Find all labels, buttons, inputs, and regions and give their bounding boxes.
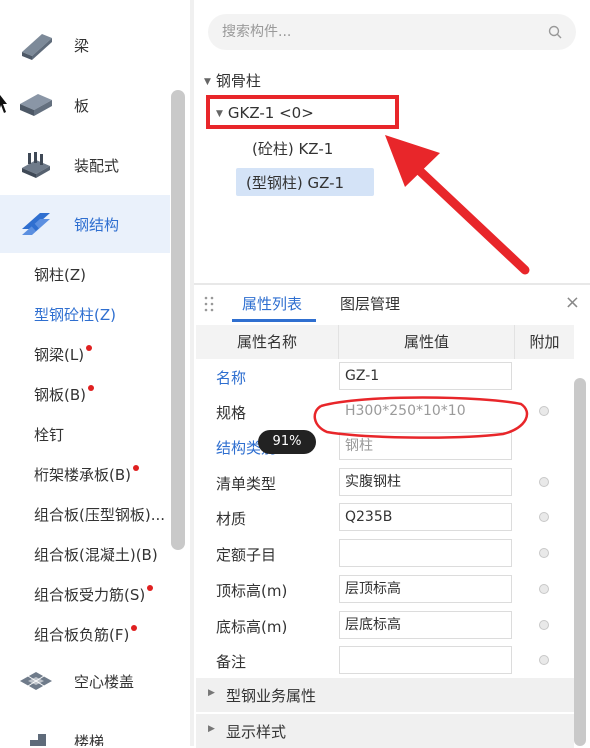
- nav-category-label: 楼梯: [74, 732, 105, 747]
- nav-category-slab[interactable]: 板: [0, 76, 170, 134]
- tab-properties[interactable]: 属性列表: [242, 293, 302, 314]
- nav-category-label: 装配式: [74, 156, 120, 175]
- property-value-field[interactable]: Q235B: [339, 503, 512, 531]
- property-name: 备注: [216, 653, 247, 671]
- property-name: 清单类型: [216, 475, 277, 493]
- property-row: 底标高(m) 层底标高: [196, 608, 574, 644]
- header-property-value: 属性值: [339, 325, 515, 359]
- tab-layer-management[interactable]: 图层管理: [340, 293, 400, 314]
- search-input[interactable]: [222, 14, 522, 50]
- expand-triangle-icon[interactable]: ▶: [208, 688, 215, 698]
- extra-radio[interactable]: [539, 584, 549, 594]
- nav-category-prefab[interactable]: 装配式: [0, 136, 170, 194]
- close-icon[interactable]: ×: [565, 292, 580, 313]
- zoom-level-badge: 91%: [258, 430, 316, 454]
- property-row: 清单类型 实腹钢柱: [196, 465, 574, 501]
- nav-category-label: 空心楼盖: [74, 672, 135, 691]
- nav-subitem-composite-rebar[interactable]: 组合板受力筋(S): [34, 584, 154, 605]
- section-display-style[interactable]: ▶ 显示样式: [196, 714, 574, 748]
- property-name: 底标高(m): [216, 618, 288, 636]
- annotation-highlight-box: [206, 95, 399, 129]
- nav-subitem-truss-deck[interactable]: 桁架楼承板(B): [34, 464, 139, 485]
- nav-subitem-stud[interactable]: 栓钉: [34, 424, 64, 445]
- nav-subitem-composite-concrete[interactable]: 组合板(混凝土)(B): [34, 544, 158, 565]
- nav-category-beam[interactable]: 梁: [0, 16, 170, 74]
- property-name: 顶标高(m): [216, 582, 288, 600]
- header-property-name: 属性名称: [196, 325, 339, 359]
- new-badge-dot: [133, 465, 139, 471]
- expand-triangle-icon[interactable]: ▶: [208, 724, 215, 734]
- beam-icon: [22, 34, 52, 60]
- nav-category-hollow-floor[interactable]: 空心楼盖: [0, 652, 170, 710]
- stairs-icon: [22, 734, 46, 746]
- new-badge-dot: [131, 625, 138, 631]
- property-value-field[interactable]: 层底标高: [339, 611, 512, 639]
- properties-scrollbar[interactable]: [574, 378, 586, 746]
- property-value-field[interactable]: [339, 646, 512, 674]
- nav-subitem-composite-deck[interactable]: 组合板(压型钢板)...: [34, 504, 165, 525]
- extra-radio[interactable]: [539, 548, 549, 558]
- nav-category-stairs[interactable]: 楼梯: [0, 712, 170, 746]
- property-value-field[interactable]: [339, 539, 512, 567]
- tree-leaf-kz[interactable]: (砼柱) KZ-1: [252, 138, 333, 159]
- steel-structure-icon: [22, 213, 50, 235]
- nav-category-label: 梁: [74, 36, 90, 55]
- slab-icon: [20, 94, 52, 116]
- property-row: 定额子目: [196, 536, 574, 572]
- prefab-icon: [22, 152, 50, 178]
- section-src-business-properties[interactable]: ▶ 型钢业务属性: [196, 678, 574, 712]
- extra-radio[interactable]: [539, 477, 549, 487]
- new-badge-dot: [86, 345, 93, 351]
- tree-node-root[interactable]: ▼ 钢骨柱: [204, 70, 261, 91]
- property-row: 顶标高(m) 层顶标高: [196, 572, 574, 608]
- drag-grip-icon[interactable]: [204, 296, 214, 312]
- extra-radio[interactable]: [539, 512, 549, 522]
- annotation-ellipse: [313, 396, 529, 439]
- header-extra: 附加: [515, 325, 574, 359]
- nav-subitem-steel-plate[interactable]: 钢板(B): [34, 384, 94, 405]
- property-row: 名称 GZ-1: [196, 359, 574, 395]
- new-badge-dot: [147, 585, 154, 591]
- nav-scrollbar[interactable]: [171, 90, 185, 550]
- mouse-cursor-icon: [0, 95, 7, 113]
- property-value-field[interactable]: 层顶标高: [339, 575, 512, 603]
- nav-category-steel[interactable]: 钢结构: [0, 195, 170, 253]
- nav-subitem-src-column[interactable]: 型钢砼柱(Z): [34, 304, 116, 325]
- properties-tabbar: 属性列表 图层管理 ×: [196, 285, 590, 323]
- property-value-field[interactable]: GZ-1: [339, 362, 512, 390]
- property-row: 备注: [196, 643, 574, 679]
- search-icon[interactable]: [548, 25, 562, 39]
- component-nav: 梁 板 装配式 钢结构 钢柱(Z) 型钢砼柱(Z) 钢梁(L) 钢板(B) 栓钉: [0, 0, 190, 746]
- hollow-floor-icon: [20, 672, 52, 690]
- nav-category-label: 板: [74, 96, 90, 115]
- property-name: 材质: [216, 510, 247, 528]
- component-search: [208, 14, 576, 50]
- extra-radio[interactable]: [539, 620, 549, 630]
- new-badge-dot: [88, 385, 94, 391]
- tree-leaf-gz[interactable]: (型钢柱) GZ-1: [246, 172, 344, 193]
- nav-category-label: 钢结构: [74, 215, 120, 234]
- property-value-field[interactable]: 实腹钢柱: [339, 468, 512, 496]
- property-name: 名称: [216, 369, 247, 387]
- property-name: 规格: [216, 404, 247, 422]
- panel-divider: [190, 0, 194, 746]
- collapse-triangle-icon[interactable]: ▼: [204, 77, 211, 87]
- nav-subitem-composite-neg-rebar[interactable]: 组合板负筋(F): [34, 624, 138, 645]
- annotation-arrow-icon: [385, 135, 530, 275]
- extra-radio[interactable]: [539, 655, 549, 665]
- property-name: 定额子目: [216, 546, 277, 564]
- nav-subitem-steel-beam[interactable]: 钢梁(L): [34, 344, 93, 365]
- active-tab-indicator: [232, 319, 316, 322]
- extra-radio[interactable]: [539, 406, 549, 416]
- nav-subitem-steel-column[interactable]: 钢柱(Z): [34, 264, 86, 285]
- property-row: 材质 Q235B: [196, 500, 574, 536]
